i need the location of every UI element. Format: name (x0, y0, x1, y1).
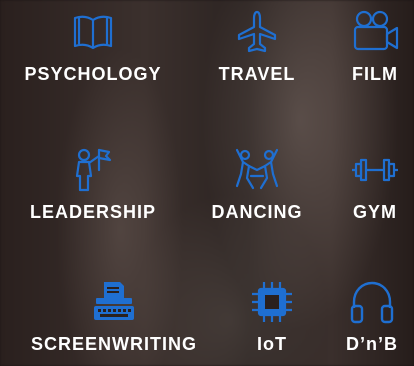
dancers-icon (233, 146, 281, 194)
tile-leadership[interactable]: LEADERSHIP (18, 146, 168, 223)
tile-label: LEADERSHIP (29, 202, 156, 222)
tile-dancing[interactable]: DANCING (196, 146, 318, 223)
video-camera-icon (351, 8, 399, 56)
typewriter-icon (90, 278, 138, 326)
tile-label: GYM (352, 202, 397, 222)
headphones-icon (348, 278, 396, 326)
tile-dnb[interactable]: D’n’B (332, 278, 412, 355)
tile-iot[interactable]: IoT (240, 278, 304, 355)
chip-icon (248, 278, 296, 326)
tile-travel[interactable]: TRAVEL (207, 8, 307, 85)
tile-label: SCREENWRITING (31, 334, 197, 354)
tile-label: IoT (257, 334, 287, 354)
tile-psychology[interactable]: PSYCHOLOGY (18, 8, 168, 85)
tile-film[interactable]: FILM (336, 8, 414, 85)
airplane-icon (233, 8, 281, 56)
category-grid: PSYCHOLOGY TRAVEL FILM LEADERSHIP DANCIN… (0, 0, 414, 366)
tile-label: FILM (352, 64, 398, 84)
tile-screenwriting[interactable]: SCREENWRITING (14, 278, 214, 355)
dumbbell-icon (351, 146, 399, 194)
tile-label: PSYCHOLOGY (24, 64, 162, 84)
book-icon (69, 8, 117, 56)
tile-label: D’n’B (346, 334, 398, 354)
tile-gym[interactable]: GYM (336, 146, 414, 223)
tile-label: DANCING (211, 202, 303, 222)
leader-flag-icon (69, 146, 117, 194)
tile-label: TRAVEL (218, 64, 296, 84)
